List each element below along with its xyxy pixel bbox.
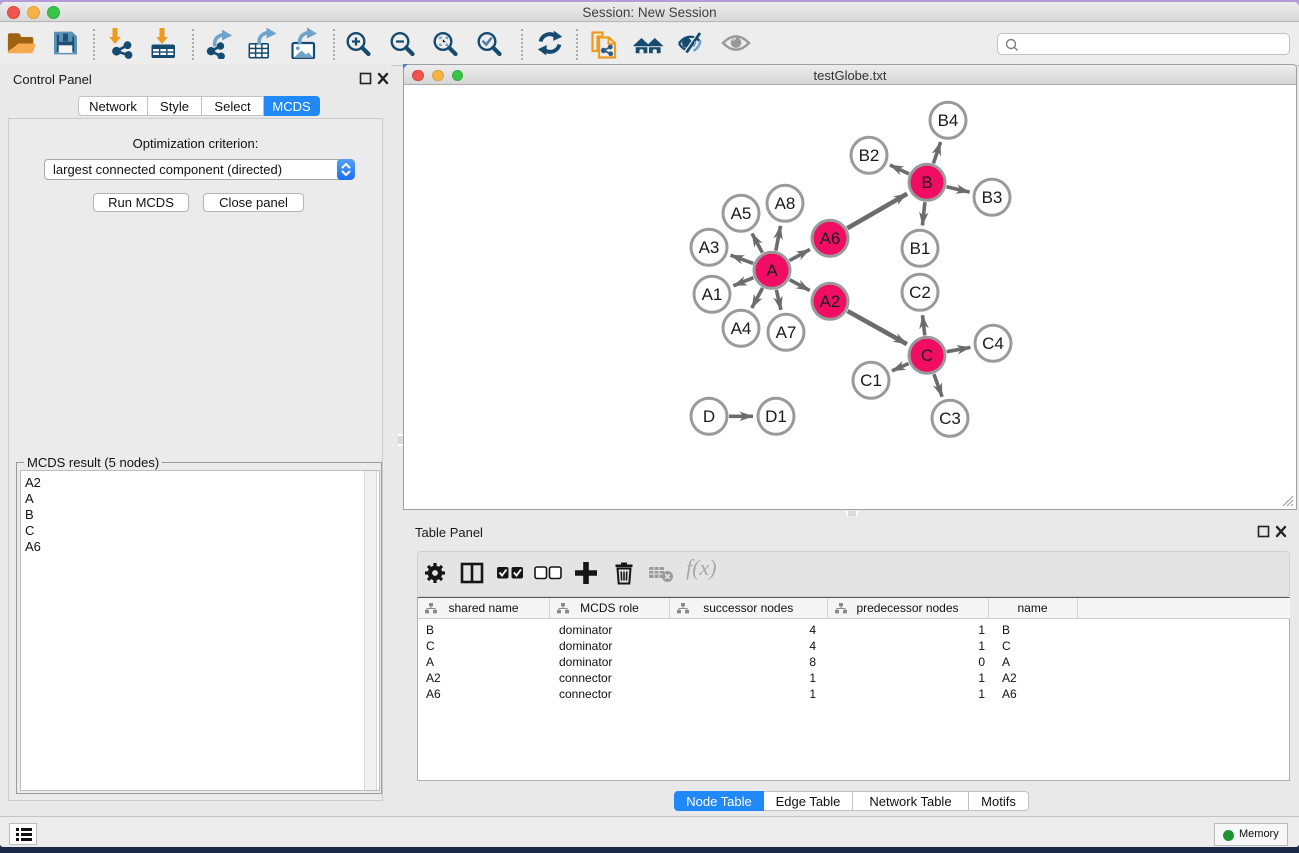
svg-text:A8: A8: [775, 194, 796, 213]
svg-text:C1: C1: [860, 371, 882, 390]
svg-text:A1: A1: [702, 285, 723, 304]
svg-text:A2: A2: [820, 292, 841, 311]
svg-text:B1: B1: [910, 239, 931, 258]
svg-text:C: C: [921, 346, 933, 365]
svg-text:C4: C4: [982, 334, 1004, 353]
svg-text:D: D: [703, 407, 715, 426]
svg-text:D1: D1: [765, 407, 787, 426]
svg-text:A: A: [766, 261, 778, 280]
svg-text:A3: A3: [699, 238, 720, 257]
svg-text:A5: A5: [731, 204, 752, 223]
svg-text:B3: B3: [982, 188, 1003, 207]
svg-text:B: B: [921, 173, 932, 192]
svg-text:A4: A4: [731, 319, 752, 338]
svg-text:A7: A7: [776, 323, 797, 342]
svg-text:A6: A6: [820, 229, 841, 248]
svg-text:B4: B4: [938, 111, 959, 130]
svg-text:C3: C3: [939, 409, 961, 428]
svg-text:B2: B2: [859, 146, 880, 165]
svg-text:C2: C2: [909, 283, 931, 302]
